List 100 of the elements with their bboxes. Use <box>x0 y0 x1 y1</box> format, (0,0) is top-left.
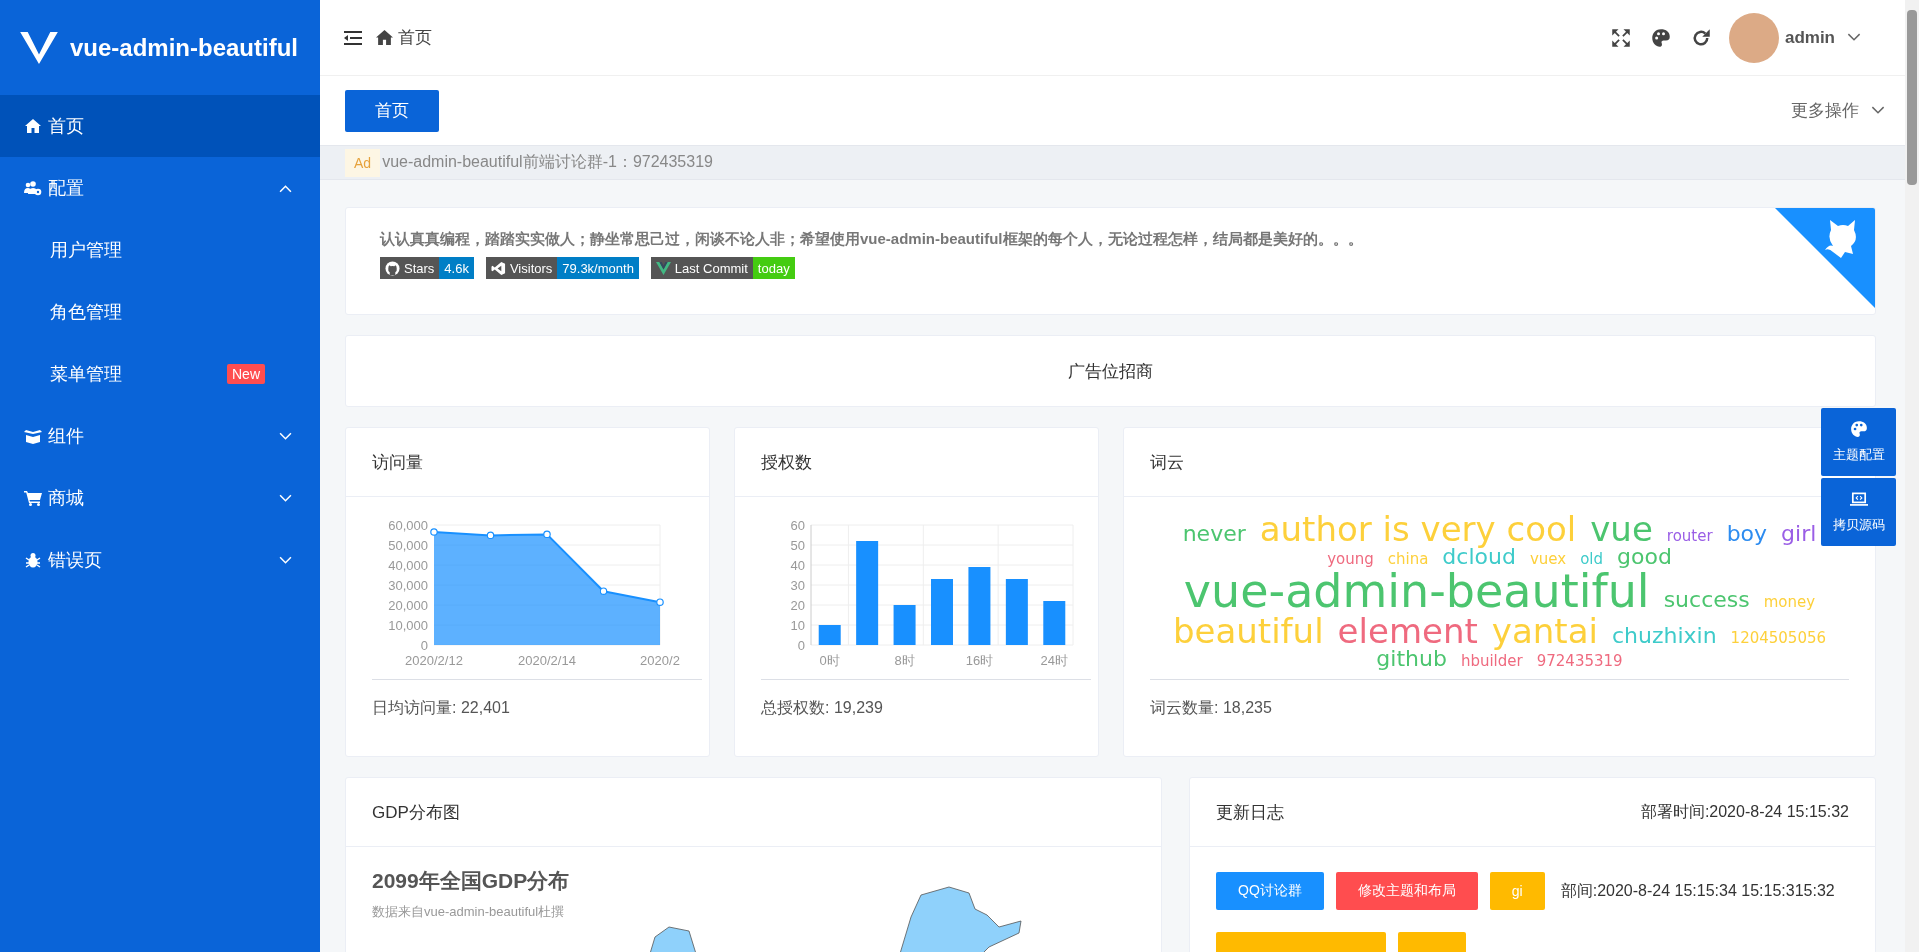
home-icon <box>376 29 393 46</box>
cart-icon <box>24 490 42 506</box>
laptop-code-icon <box>1849 490 1868 508</box>
cloud-word: element <box>1337 614 1478 648</box>
axis-label: 2020/2/12 <box>405 653 463 668</box>
users-gear-icon <box>24 180 42 196</box>
chevron-down-icon[interactable] <box>1871 106 1885 115</box>
breadcrumb[interactable]: 首页 <box>398 26 432 49</box>
cloud-word: 1204505056 <box>1730 631 1827 646</box>
card-footer-text: 日均访问量: 22,401 <box>372 698 511 718</box>
chevron-down-icon[interactable] <box>1847 33 1861 42</box>
axis-label: 24时 <box>1040 653 1068 668</box>
cloud-word: hbuilder <box>1460 654 1523 669</box>
bar <box>1043 601 1066 645</box>
ad-tag: Ad <box>345 148 381 177</box>
menu-item[interactable]: 组件 <box>0 405 320 467</box>
cloud-word: success <box>1663 589 1750 611</box>
map-title: 2099年全国GDP分布 <box>372 868 570 894</box>
cloud-word: author is very cool <box>1259 512 1577 546</box>
card-footer-text: 词云数量: 18,235 <box>1150 698 1273 718</box>
axis-label: 8时 <box>894 653 915 668</box>
axis-label: 30,000 <box>388 577 428 593</box>
cloud-word: boy <box>1726 523 1768 545</box>
card-title: 词云 <box>1150 451 1184 474</box>
submenu-item[interactable]: 菜单管理 New <box>0 343 320 405</box>
cloud-word: china <box>1387 552 1429 567</box>
link-button[interactable]: QQ讨论群 <box>1216 872 1324 910</box>
menu-item[interactable]: 商城 <box>0 467 320 529</box>
logo-title: vue-admin-beautiful <box>70 33 298 62</box>
menu-item[interactable]: 错误页 <box>0 529 320 591</box>
cloud-word: old <box>1580 552 1603 567</box>
more-actions-dropdown[interactable]: 更多操作 <box>1791 99 1859 122</box>
ad-text: vue-admin-beautiful前端讨论群-1：972435319 <box>382 152 713 172</box>
link-button[interactable]: 修改主题和布局 <box>1335 872 1478 910</box>
axis-label: 0 <box>420 637 428 653</box>
axis-label: 40,000 <box>388 557 428 573</box>
cloud-word: good <box>1617 546 1672 568</box>
fullscreen-icon[interactable] <box>1610 27 1631 48</box>
github-corner-icon[interactable] <box>1775 208 1875 308</box>
cloud-word: github <box>1376 648 1447 670</box>
axis-label: 0 <box>797 637 805 653</box>
axis-label: 60 <box>790 517 805 533</box>
submenu-item[interactable]: 角色管理 <box>0 281 320 343</box>
bug-icon <box>24 552 42 568</box>
axis-label: 20,000 <box>388 597 428 613</box>
submenu-item[interactable]: 用户管理 <box>0 219 320 281</box>
card-title: GDP分布图 <box>372 801 460 824</box>
menu-item[interactable]: 配置 <box>0 157 320 219</box>
side-panel-button[interactable]: 主题配置 <box>1821 408 1896 476</box>
username[interactable]: admin <box>1784 27 1835 48</box>
menu-item[interactable]: 首页 <box>0 95 320 157</box>
cloud-word: beautiful <box>1172 614 1324 648</box>
cloud-word: chuzhixin <box>1611 625 1717 647</box>
axis-label: 30 <box>790 577 805 593</box>
cloud-word: router <box>1666 529 1713 544</box>
card-title: 授权数 <box>761 451 812 474</box>
cloud-word: young <box>1327 552 1374 567</box>
axis-label: 2020/2/14 <box>518 653 576 668</box>
map-subtitle: 数据来自vue-admin-beautiful杜撰 <box>372 903 566 921</box>
scrollbar[interactable] <box>1905 0 1919 952</box>
bar <box>818 625 841 645</box>
cloud-word: vue <box>1590 512 1653 546</box>
axis-label: 40 <box>790 557 805 573</box>
bar <box>893 605 916 645</box>
axis-label: 50,000 <box>388 537 428 553</box>
cloud-word: yantai <box>1491 614 1598 648</box>
axis-label: 16时 <box>965 653 994 668</box>
box-icon <box>24 428 42 444</box>
axis-label: 10,000 <box>388 617 428 633</box>
palette-icon[interactable] <box>1650 27 1671 48</box>
deploy-time: 部署时间:2020-8-24 15:15:32 <box>1640 801 1849 822</box>
tab[interactable]: 首页 <box>345 89 439 132</box>
palette-icon <box>1849 420 1868 438</box>
card-title: 更新日志 <box>1216 801 1284 824</box>
side-panel-button[interactable]: 拷贝源码 <box>1821 478 1896 546</box>
cloud-word: never <box>1182 523 1246 545</box>
code-editor-icon <box>490 260 506 276</box>
scrollbar-thumb[interactable] <box>1907 10 1917 185</box>
axis-label: 60,000 <box>388 517 428 533</box>
ad-card-text: 广告位招商 <box>1068 360 1153 383</box>
motto-text: 认认真真编程，踏踏实实做人；静坐常思己过，闲谈不论人非；希望使用vue-admin-beautiful框架的每个人，无论过程怎样，结局都是美好的。。。 <box>380 230 1364 249</box>
axis-label: 10 <box>790 617 805 633</box>
github-icon <box>385 260 400 276</box>
axis-label: 50 <box>790 537 805 553</box>
home-icon <box>24 118 42 134</box>
cloud-word: money <box>1763 595 1816 610</box>
cloud-word: vue-admin-beautiful <box>1183 568 1650 614</box>
cloud-word: vuex <box>1529 552 1567 567</box>
axis-label: 20 <box>790 597 805 613</box>
axis-label: 2020/2 <box>640 653 680 668</box>
v-logo-icon <box>655 260 671 276</box>
overlay-text: 部间:2020-8-24 15:15:34 15:15:315:32 <box>1560 880 1835 901</box>
axis-label: 0时 <box>819 653 840 668</box>
menu-fold-icon[interactable] <box>344 30 362 45</box>
cloud-word: 972435319 <box>1536 654 1623 669</box>
card-title: 访问量 <box>372 451 423 474</box>
card-footer-text: 总授权数: 19,239 <box>761 698 884 718</box>
new-badge: New <box>227 364 265 384</box>
cloud-word: girl <box>1781 523 1817 545</box>
logo-icon <box>20 31 58 64</box>
